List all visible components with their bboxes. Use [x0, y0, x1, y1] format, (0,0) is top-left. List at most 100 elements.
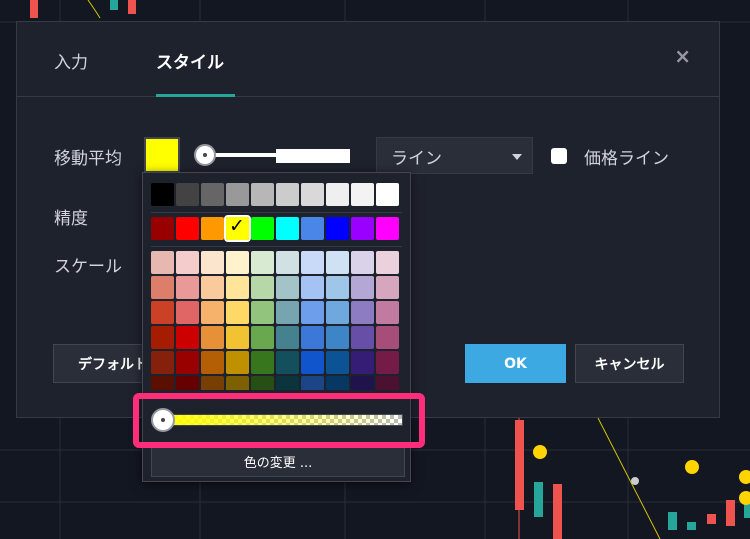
color-swatch[interactable]: [351, 376, 374, 390]
price-line-label[interactable]: 価格ライン: [584, 144, 669, 169]
thickness-slider-knob[interactable]: [194, 144, 216, 166]
color-swatch[interactable]: [351, 351, 374, 374]
color-swatch[interactable]: [301, 351, 324, 374]
color-swatch[interactable]: [276, 376, 299, 390]
color-swatch[interactable]: [376, 217, 399, 240]
color-swatch[interactable]: [151, 183, 174, 206]
color-swatch[interactable]: [226, 326, 249, 349]
color-swatch[interactable]: [276, 276, 299, 299]
shade-swatch-row: [151, 301, 399, 324]
color-swatch[interactable]: [351, 301, 374, 324]
color-swatch[interactable]: [301, 376, 324, 390]
color-swatch[interactable]: [376, 301, 399, 324]
tab-bar: 入力 スタイル ×: [17, 22, 719, 97]
color-swatch[interactable]: [251, 301, 274, 324]
color-swatch[interactable]: [176, 217, 199, 240]
color-swatch[interactable]: [351, 326, 374, 349]
color-swatch[interactable]: [176, 326, 199, 349]
color-swatch[interactable]: [151, 276, 174, 299]
color-swatch[interactable]: [326, 251, 349, 274]
color-swatch[interactable]: [351, 276, 374, 299]
color-swatch[interactable]: [326, 183, 349, 206]
color-swatch[interactable]: [326, 376, 349, 390]
color-swatch[interactable]: [176, 251, 199, 274]
thickness-bar-thin: [206, 153, 276, 157]
color-swatch[interactable]: ✓: [224, 215, 251, 242]
shade-swatch-row: [151, 276, 399, 299]
color-swatch[interactable]: [376, 276, 399, 299]
color-swatch[interactable]: [251, 276, 274, 299]
color-swatch[interactable]: [326, 351, 349, 374]
color-swatch-button[interactable]: [144, 137, 180, 173]
color-swatch[interactable]: [276, 301, 299, 324]
color-swatch[interactable]: [301, 326, 324, 349]
color-swatch[interactable]: [301, 217, 324, 240]
price-line-checkbox[interactable]: [551, 148, 567, 164]
color-swatch[interactable]: [151, 251, 174, 274]
color-swatch[interactable]: [351, 251, 374, 274]
color-swatch[interactable]: [251, 183, 274, 206]
color-swatch[interactable]: [351, 217, 374, 240]
color-swatch[interactable]: [176, 301, 199, 324]
color-swatch[interactable]: [376, 326, 399, 349]
color-swatch[interactable]: [201, 326, 224, 349]
color-swatch[interactable]: [201, 251, 224, 274]
ok-button[interactable]: OK: [465, 344, 566, 383]
color-swatch[interactable]: [301, 301, 324, 324]
color-swatch[interactable]: [376, 376, 399, 390]
color-swatch[interactable]: [201, 217, 224, 240]
color-swatch[interactable]: [201, 351, 224, 374]
line-thickness-slider[interactable]: [194, 144, 350, 166]
color-swatch[interactable]: [326, 301, 349, 324]
color-swatch[interactable]: [151, 351, 174, 374]
tab-style[interactable]: スタイル: [156, 48, 224, 73]
color-swatch[interactable]: [301, 251, 324, 274]
color-swatch[interactable]: [251, 326, 274, 349]
color-swatch[interactable]: [251, 217, 274, 240]
color-swatch[interactable]: [226, 183, 249, 206]
change-color-button[interactable]: 色の変更 ...: [151, 445, 405, 477]
color-swatch[interactable]: [176, 183, 199, 206]
cancel-button[interactable]: キャンセル: [575, 344, 684, 383]
color-swatch[interactable]: [326, 326, 349, 349]
color-swatch[interactable]: [201, 276, 224, 299]
color-swatch[interactable]: [376, 251, 399, 274]
color-swatch[interactable]: [276, 217, 299, 240]
color-swatch[interactable]: [276, 251, 299, 274]
color-swatch[interactable]: [301, 276, 324, 299]
precision-label: 精度: [54, 209, 88, 229]
color-swatch[interactable]: [151, 376, 174, 390]
color-swatch[interactable]: [201, 376, 224, 390]
color-swatch[interactable]: [276, 351, 299, 374]
shade-swatch-row: [151, 326, 399, 349]
color-swatch[interactable]: [326, 217, 349, 240]
color-swatch[interactable]: [251, 251, 274, 274]
color-swatch[interactable]: [176, 376, 199, 390]
color-swatch[interactable]: [201, 301, 224, 324]
color-swatch[interactable]: [226, 351, 249, 374]
checkmark-icon: ✓: [229, 215, 245, 237]
line-style-dropdown[interactable]: ライン: [376, 137, 533, 174]
color-swatch[interactable]: [176, 351, 199, 374]
color-swatch[interactable]: [151, 217, 174, 240]
color-swatch[interactable]: [376, 351, 399, 374]
color-swatch[interactable]: [326, 276, 349, 299]
color-swatch[interactable]: [251, 351, 274, 374]
color-swatch[interactable]: [151, 326, 174, 349]
color-swatch[interactable]: [301, 183, 324, 206]
color-swatch[interactable]: [201, 183, 224, 206]
color-swatch[interactable]: [226, 376, 249, 390]
color-swatch[interactable]: [276, 326, 299, 349]
color-swatch[interactable]: [251, 376, 274, 390]
divider: [151, 246, 402, 247]
tab-input[interactable]: 入力: [54, 48, 88, 73]
color-swatch[interactable]: [151, 301, 174, 324]
color-swatch[interactable]: [226, 251, 249, 274]
color-swatch[interactable]: [176, 276, 199, 299]
close-icon[interactable]: ×: [674, 44, 691, 68]
color-swatch[interactable]: [226, 276, 249, 299]
color-swatch[interactable]: [376, 183, 399, 206]
color-swatch[interactable]: [226, 301, 249, 324]
color-swatch[interactable]: [351, 183, 374, 206]
color-swatch[interactable]: [276, 183, 299, 206]
